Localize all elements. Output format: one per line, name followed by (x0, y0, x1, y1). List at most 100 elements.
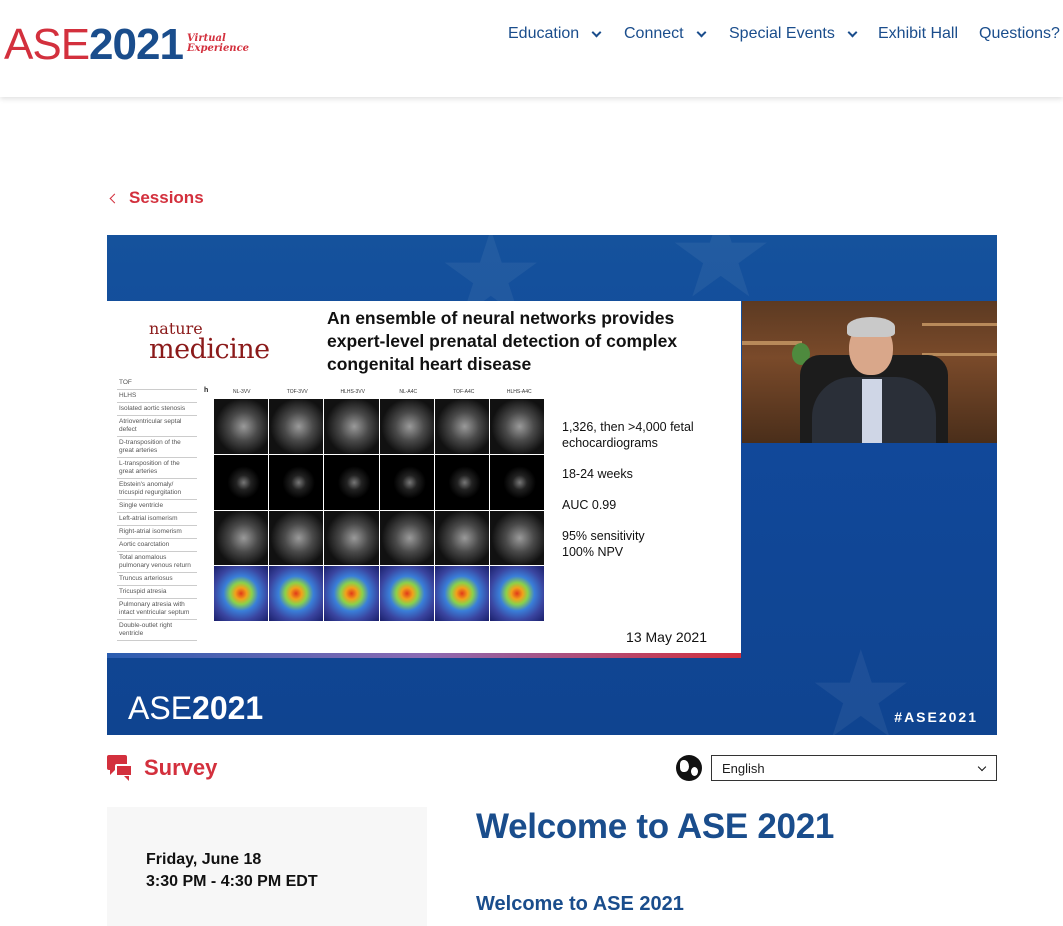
slide-title: An ensemble of neural networks provides … (327, 308, 678, 374)
grid-column-header: TOF-A4C (453, 389, 475, 395)
echo-image-cell (434, 566, 489, 621)
presenter-camera (742, 301, 997, 443)
echo-image-cell (214, 566, 269, 621)
diagnosis-list: TOF HLHS Isolated aortic stenosis Atriovent… (117, 377, 197, 641)
slide-accent-bar (107, 653, 741, 658)
echo-image-cell (324, 510, 379, 566)
session-time: 3:30 PM - 4:30 PM EDT (146, 873, 318, 890)
stat-sensitivity: 95% sensitivity (562, 529, 645, 543)
echo-image-cell (434, 399, 489, 454)
echo-image-cell (489, 510, 544, 566)
logo-subtitle: Virtual Experience (187, 34, 249, 54)
diagnosis-item: Truncus arteriosus (117, 573, 197, 586)
diagnosis-item: Left-atrial isomerism (117, 513, 197, 526)
echo-image-cell (379, 454, 434, 510)
echo-image-cell (324, 399, 379, 454)
nav-exhibit-hall[interactable]: Exhibit Hall (878, 25, 958, 43)
back-to-sessions-link[interactable]: Sessions (109, 188, 204, 208)
session-datetime: Friday, June 18 3:30 PM - 4:30 PM EDT (146, 849, 318, 893)
shelf (742, 341, 802, 345)
nav-education-label: Education (508, 25, 580, 42)
echo-image-cell (489, 399, 544, 454)
echo-image-cell (269, 510, 324, 566)
echo-image-cell (379, 566, 434, 621)
diagnosis-item: Tricuspid atresia (117, 586, 197, 599)
diagnosis-item: HLHS (117, 390, 197, 403)
video-hashtag: #ASE2021 (894, 709, 978, 725)
presenter-hair (847, 317, 895, 337)
grid-column-header: HLHS-A4C (506, 389, 532, 395)
back-label: Sessions (129, 188, 204, 207)
presentation-slide: nature medicine An ensemble of neural ne… (107, 301, 741, 658)
diagnosis-item: Atrioventricular septal defect (117, 416, 197, 437)
echo-image-cell (269, 454, 324, 510)
stat-weeks: 18-24 weeks (562, 467, 633, 481)
logo-ase-text: ASE (4, 20, 90, 69)
journal-line2: medicine (149, 334, 270, 365)
echo-image-grid: h NL-3VV TOF-3VV HLHS-3VV NL-A4C TOF-A4C HLHS… (202, 387, 547, 624)
chevron-down-icon (977, 762, 987, 772)
diagnosis-item: Ebstein's anomaly/ tricuspid regurgitati… (117, 479, 197, 500)
page-title: Welcome to ASE 2021 (476, 807, 835, 846)
grid-column-header: HLHS-3VV (340, 389, 365, 395)
video-logo-year: 2021 (192, 690, 264, 726)
stat-auc: AUC 0.99 (562, 498, 617, 512)
diagnosis-item: TOF (117, 377, 197, 390)
echo-image-cell (434, 454, 489, 510)
presenter-shirt (862, 379, 882, 443)
nav-connect[interactable]: Connect (624, 25, 707, 43)
logo-year-text: 2021 (89, 20, 184, 69)
diagnosis-item: Right-atrial isomerism (117, 526, 197, 539)
diagnosis-item: Aortic coarctation (117, 539, 197, 552)
logo-sub-line2: Experience (186, 43, 250, 54)
nav-questions[interactable]: Questions? (979, 25, 1060, 43)
survey-label: Survey (144, 755, 218, 780)
diagnosis-item: Pulmonary atresia with intact ventricula… (117, 599, 197, 620)
nav-connect-label: Connect (624, 25, 684, 42)
echo-grid (214, 399, 544, 621)
nature-medicine-logo: nature medicine (149, 321, 270, 365)
session-info-card: Friday, June 18 3:30 PM - 4:30 PM EDT (107, 807, 427, 926)
echo-image-cell (214, 399, 269, 454)
echo-image-cell (269, 566, 324, 621)
grid-column-header: NL-A4C (399, 389, 418, 395)
stat-npv: 100% NPV (562, 545, 624, 559)
globe-icon (676, 755, 702, 781)
echo-image-cell (324, 454, 379, 510)
echo-image-cell (324, 566, 379, 621)
session-video[interactable]: ★ ★ ★ nature medicine An ensemble of neu… (107, 235, 997, 735)
chevron-down-icon (847, 27, 858, 37)
diagnosis-item: Total anomalous pulmonary venous return (117, 552, 197, 573)
diagnosis-item: Isolated aortic stenosis (117, 403, 197, 416)
shelf (922, 323, 997, 326)
diagnosis-item: Double-outlet right ventricle (117, 620, 197, 641)
diagnosis-item: D-transposition of the great arteries (117, 437, 197, 458)
echo-image-cell (379, 399, 434, 454)
grid-column-header: TOF-3VV (286, 389, 308, 395)
diagnosis-item: L-transposition of the great arteries (117, 458, 197, 479)
language-selected: English (722, 760, 765, 776)
chevron-down-icon (591, 27, 602, 37)
nav-questions-label: Questions? (979, 25, 1060, 42)
echo-image-cell (214, 510, 269, 566)
nav-special-events-label: Special Events (729, 25, 835, 42)
panel-letter: h (204, 387, 209, 394)
ase-2021-logo[interactable]: ASE 2021 Virtual Experience (4, 22, 249, 68)
echo-image-cell (489, 454, 544, 510)
grid-column-headers: NL-3VV TOF-3VV HLHS-3VV NL-A4C TOF-A4C HLHS-A… (202, 389, 547, 398)
diagnosis-item: Single ventricle (117, 500, 197, 513)
page-subtitle: Welcome to ASE 2021 (476, 893, 684, 915)
video-logo-ase: ASE (128, 690, 193, 726)
nav-education[interactable]: Education (508, 25, 602, 43)
nav-special-events[interactable]: Special Events (729, 25, 858, 43)
echo-image-cell (489, 566, 544, 621)
slide-stats: 1,326, then >4,000 fetal echocardiograms… (562, 419, 712, 575)
chevron-left-icon (109, 193, 120, 203)
echo-image-cell (269, 399, 324, 454)
session-day: Friday, June 18 (146, 851, 262, 868)
slide-date: 13 May 2021 (626, 629, 707, 645)
video-ase-logo: ASE2021 (128, 691, 263, 725)
chat-bubbles-icon (107, 755, 133, 781)
survey-link[interactable]: Survey (107, 755, 217, 781)
language-select[interactable]: English (711, 755, 997, 781)
